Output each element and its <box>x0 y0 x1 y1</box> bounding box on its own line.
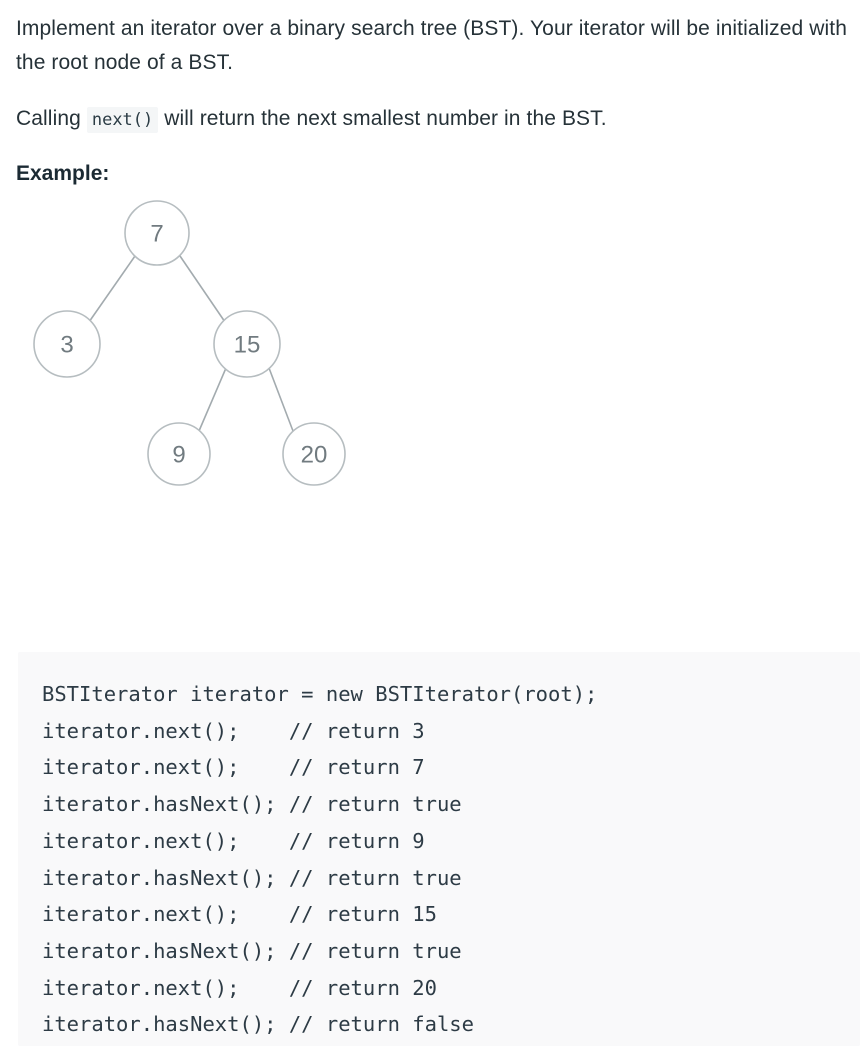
tree-node-20: 20 <box>282 422 346 486</box>
problem-description: Implement an iterator over a binary sear… <box>0 0 864 137</box>
edge-7-15 <box>179 255 226 323</box>
node-label-9: 9 <box>172 442 185 469</box>
edge-15-20 <box>268 367 294 432</box>
tree-node-15: 15 <box>213 310 281 378</box>
tree-node-9: 9 <box>147 422 211 486</box>
tree-nodes: 7 3 15 9 20 <box>33 200 346 486</box>
problem-statement-page: Implement an iterator over a binary sear… <box>0 0 864 1057</box>
node-label-3: 3 <box>60 332 73 359</box>
inline-code-next: next() <box>86 107 159 133</box>
node-label-7: 7 <box>150 221 163 248</box>
paragraph-2-suffix-text: will return the next smallest number in … <box>158 107 607 130</box>
example-code-text: BSTIterator iterator = new BSTIterator(r… <box>42 682 598 1037</box>
edge-15-9 <box>198 367 227 432</box>
example-code-block: BSTIterator iterator = new BSTIterator(r… <box>18 652 860 1046</box>
tree-node-7: 7 <box>124 200 190 266</box>
edge-7-3 <box>88 255 136 323</box>
problem-paragraph-2: Calling next() will return the next smal… <box>16 102 848 137</box>
bst-diagram: 7 3 15 9 20 <box>0 189 864 489</box>
bst-diagram-svg: 7 3 15 9 20 <box>33 200 346 486</box>
example-heading: Example: <box>16 162 110 185</box>
node-label-15: 15 <box>234 332 261 359</box>
node-label-20: 20 <box>301 442 328 469</box>
paragraph-2-prefix-text: Calling <box>16 107 87 130</box>
problem-paragraph-1: Implement an iterator over a binary sear… <box>16 17 847 74</box>
tree-node-3: 3 <box>33 310 101 378</box>
